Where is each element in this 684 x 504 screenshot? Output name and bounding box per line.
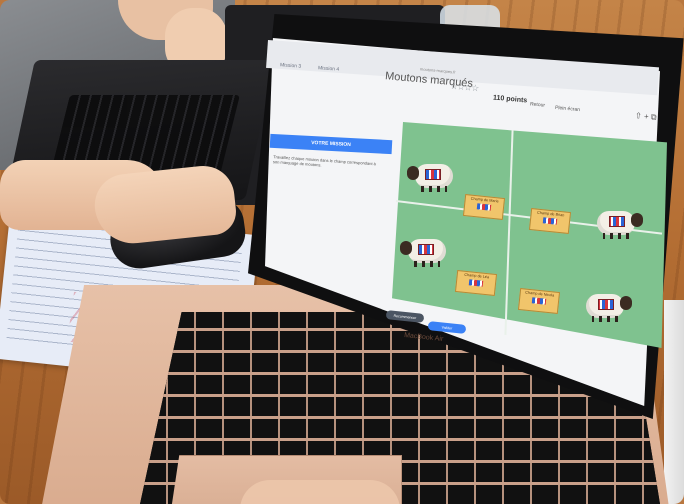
field-name-4: Champ de Nicola (525, 290, 555, 298)
back-link[interactable]: Retour (530, 101, 545, 108)
brand-mark-icon (531, 297, 547, 305)
white-cable (664, 300, 684, 504)
person-hand-bottom (240, 480, 400, 504)
share-plus-tabs-icon[interactable]: ⇧ + ⧉ (635, 111, 657, 123)
field-name-3: Champ de Léa (464, 272, 490, 280)
brand-mark-icon (542, 217, 558, 225)
field-sign-4: Champ de Nicola (517, 287, 561, 315)
star-rating: ☆☆☆☆ (449, 80, 479, 94)
photo-scene: MacBook Air Mission 3 Mission 4 moutons-… (0, 0, 684, 504)
field-name-1: Champ de Marie (470, 196, 499, 204)
field-sign-1: Champ de Marie (462, 193, 506, 221)
field-sign-3: Champ de Léa (454, 269, 498, 297)
sheep-4[interactable] (586, 290, 632, 322)
sheep-1[interactable] (407, 160, 453, 192)
field-name-2: Champ de Brian (536, 210, 565, 218)
field-sign-2: Champ de Brian (528, 207, 572, 235)
brand-mark-icon (468, 279, 484, 287)
sheep-3[interactable] (400, 235, 446, 267)
sheep-2[interactable] (597, 207, 643, 239)
brand-mark-icon (476, 203, 492, 211)
person-hand-on-mouse (91, 162, 239, 248)
